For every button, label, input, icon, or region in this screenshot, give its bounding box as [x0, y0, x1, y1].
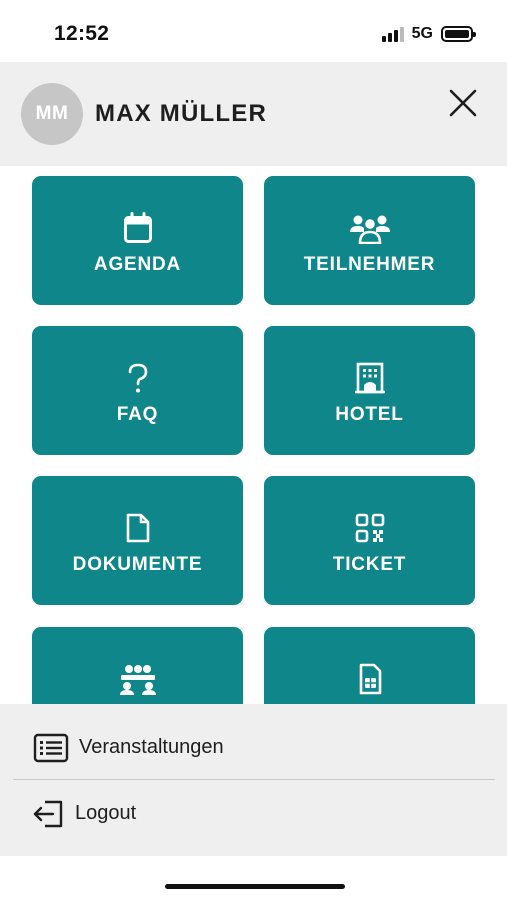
tile-label: TICKET	[332, 554, 407, 575]
hotel-icon	[354, 362, 385, 394]
signal-icon	[381, 26, 404, 42]
logout-button[interactable]: Logout	[0, 780, 507, 848]
tile-meeting[interactable]	[32, 627, 243, 704]
avatar: MM	[21, 83, 83, 145]
close-button[interactable]	[444, 84, 482, 124]
question-icon	[128, 363, 147, 393]
network-type: 5G	[411, 25, 433, 42]
menu-header: MM MAX MÜLLER	[0, 62, 507, 166]
status-bar: 12:52 5G	[0, 0, 507, 62]
tile-agenda[interactable]: AGENDA	[32, 176, 243, 305]
tile-label: DOKUMENTE	[72, 554, 203, 575]
bottom-menu: Veranstaltungen Logout	[0, 704, 507, 856]
tile-label: TEILNEHMER	[303, 254, 436, 275]
tile-hotel[interactable]: HOTEL	[264, 326, 475, 455]
status-time: 12:52	[54, 22, 110, 45]
sim-card-icon	[359, 663, 381, 695]
close-icon	[449, 89, 477, 117]
home-indicator[interactable]	[165, 884, 345, 889]
home-area	[0, 856, 507, 900]
user-name: MAX MÜLLER	[95, 100, 267, 127]
tile-label: AGENDA	[93, 254, 182, 275]
menu-item-label: Veranstaltungen	[79, 736, 224, 758]
tile-sim[interactable]	[264, 627, 475, 704]
tile-label: FAQ	[116, 404, 159, 425]
tile-teilnehmer[interactable]: TEILNEHMER	[264, 176, 475, 305]
tile-faq[interactable]: FAQ	[32, 326, 243, 455]
participants-icon	[349, 215, 390, 244]
menu-item-veranstaltungen[interactable]: Veranstaltungen	[0, 714, 507, 782]
document-icon	[126, 513, 149, 543]
tile-dokumente[interactable]: DOKUMENTE	[32, 476, 243, 605]
tile-ticket[interactable]: TICKET	[264, 476, 475, 605]
list-icon	[33, 733, 69, 763]
battery-icon	[441, 26, 476, 42]
status-indicators: 5G	[381, 24, 476, 44]
calendar-icon	[123, 212, 152, 243]
tile-label: HOTEL	[335, 404, 404, 425]
meeting-table-icon	[119, 665, 156, 695]
logout-icon	[33, 800, 63, 828]
menu-tile-grid: AGENDA TEILNEHMER FAQ HOTEL DOKUMENTE TI…	[0, 166, 507, 704]
qr-code-icon	[355, 513, 384, 543]
logout-label: Logout	[75, 802, 137, 824]
